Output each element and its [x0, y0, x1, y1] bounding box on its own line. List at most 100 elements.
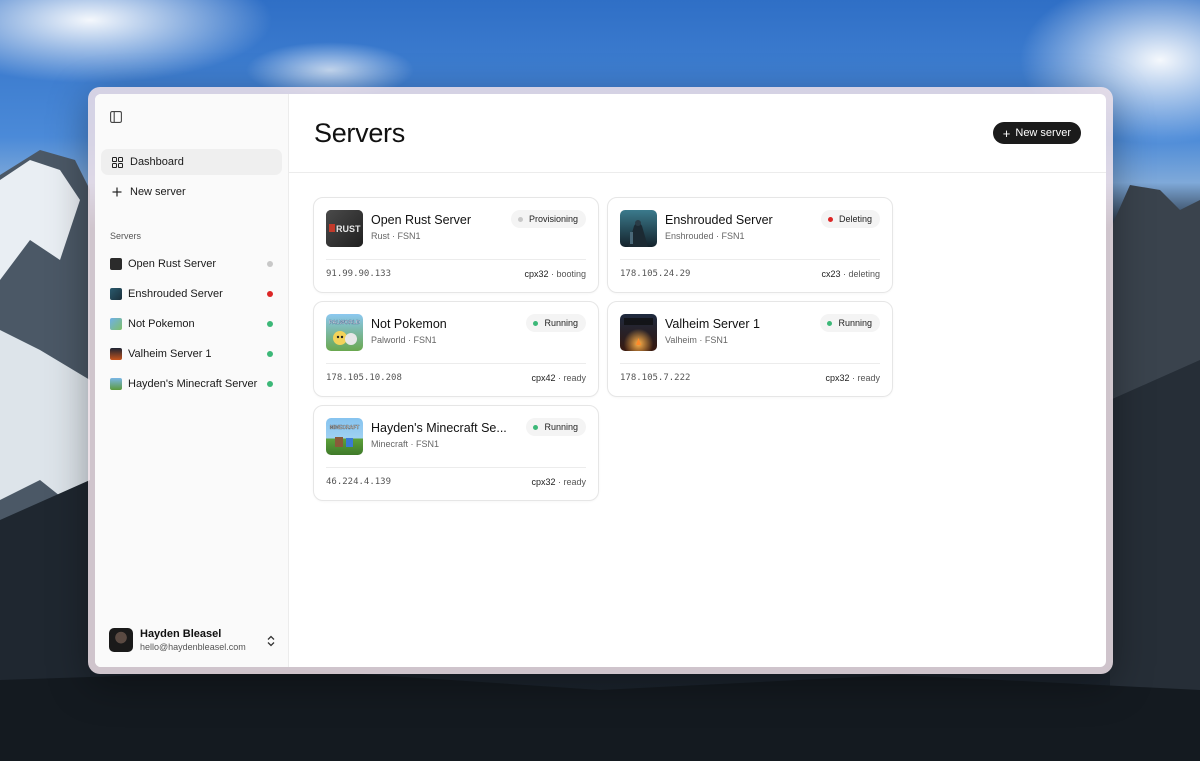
plus-icon: +	[1002, 125, 1011, 141]
app-shell: Dashboard New server Servers Open Rust S…	[95, 94, 1106, 667]
server-spec: cpx32 · ready	[825, 373, 880, 383]
server-title: Hayden's Minecraft Se...	[371, 421, 507, 435]
user-email: hello@haydenbleasel.com	[140, 642, 246, 652]
nav-item-dashboard[interactable]: Dashboard	[101, 149, 282, 175]
avatar	[109, 628, 133, 652]
server-subtitle: Enshrouded · FSN1	[665, 231, 745, 241]
user-name: Hayden Bleasel	[140, 628, 222, 640]
palworld-logo-text: PALWORLD	[329, 320, 360, 326]
main-content: Servers + New server RUST Open Rust Serv…	[289, 94, 1106, 667]
sidebar-nav: Dashboard New server	[101, 149, 282, 209]
server-ip: 178.105.10.208	[326, 373, 402, 383]
server-spec: cpx42 · ready	[531, 373, 586, 383]
server-state: · ready	[849, 373, 880, 383]
status-dot	[267, 291, 273, 297]
server-card[interactable]: MINECRAFT Hayden's Minecraft Se... Minec…	[313, 405, 599, 501]
server-title: Open Rust Server	[371, 213, 472, 227]
status-text: Deleting	[838, 214, 872, 224]
server-ip: 46.224.4.139	[326, 477, 392, 487]
enshrouded-thumbnail	[110, 288, 122, 300]
card-divider	[620, 363, 880, 364]
user-info: Hayden Bleasel hello@haydenbleasel.com	[140, 628, 266, 652]
sidebar-server-item[interactable]: Hayden's Minecraft Server	[101, 369, 282, 399]
nav-item-label: New server	[130, 186, 186, 198]
nav-item-new-server[interactable]: New server	[101, 179, 282, 205]
valheim-thumbnail	[110, 348, 122, 360]
server-ip: 178.105.24.29	[620, 269, 691, 279]
card-divider	[326, 363, 586, 364]
card-divider	[326, 259, 586, 260]
status-dot	[533, 320, 539, 326]
status-text: Running	[838, 318, 872, 328]
status-badge: Deleting	[820, 210, 880, 228]
server-name: Hayden's Minecraft Server	[128, 378, 258, 390]
status-dot	[827, 216, 833, 222]
server-state: · ready	[555, 477, 586, 487]
status-dot	[267, 381, 273, 387]
server-title: Not Pokemon	[371, 317, 447, 331]
status-badge: Running	[526, 418, 586, 436]
server-name: Not Pokemon	[128, 318, 195, 330]
valheim-artwork	[620, 314, 657, 351]
server-name: Enshrouded Server	[128, 288, 223, 300]
rust-logo-text: RUST	[336, 224, 361, 234]
status-badge: Provisioning	[510, 210, 586, 228]
servers-section-label: Servers	[110, 231, 142, 241]
status-badge: Running	[820, 314, 880, 332]
user-menu[interactable]: Hayden Bleasel hello@haydenbleasel.com	[109, 627, 276, 653]
server-state: · booting	[548, 269, 586, 279]
server-title: Enshrouded Server	[665, 213, 773, 227]
page-header: Servers + New server	[289, 94, 1106, 173]
server-subtitle: Minecraft · FSN1	[371, 439, 440, 449]
app-window: Dashboard New server Servers Open Rust S…	[88, 87, 1113, 674]
server-ip: 91.99.90.133	[326, 269, 392, 279]
palworld-artwork: PALWORLD	[326, 314, 363, 351]
sidebar-server-item[interactable]: Open Rust Server	[101, 249, 282, 279]
sidebar-server-item[interactable]: Enshrouded Server	[101, 279, 282, 309]
dashboard-icon	[111, 156, 123, 168]
server-name: Valheim Server 1	[128, 348, 212, 360]
status-dot	[267, 351, 273, 357]
sidebar-server-list: Open Rust Server Enshrouded Server Not P…	[101, 249, 282, 399]
server-type: cpx32	[825, 373, 850, 383]
plus-icon	[111, 186, 123, 198]
status-dot	[533, 424, 539, 430]
server-type: cpx32	[524, 269, 549, 279]
server-state: · deleting	[840, 269, 880, 279]
sidebar-server-item[interactable]: Not Pokemon	[101, 309, 282, 339]
minecraft-artwork: MINECRAFT	[326, 418, 363, 455]
server-type: cpx32	[531, 477, 556, 487]
sidebar-toggle-icon[interactable]	[110, 110, 122, 123]
status-text: Running	[544, 318, 578, 328]
server-card-grid: RUST Open Rust Server Rust · FSN1 Provis…	[313, 197, 893, 501]
status-dot	[827, 320, 833, 326]
server-type: cx23	[821, 269, 841, 279]
status-dot	[517, 216, 523, 222]
server-card[interactable]: PALWORLD Not Pokemon Palworld · FSN1 Run…	[313, 301, 599, 397]
enshrouded-artwork	[620, 210, 657, 247]
server-card[interactable]: RUST Open Rust Server Rust · FSN1 Provis…	[313, 197, 599, 293]
page-title: Servers	[314, 118, 405, 148]
status-text: Running	[544, 422, 578, 432]
server-name: Open Rust Server	[128, 258, 217, 270]
server-spec: cpx32 · ready	[531, 477, 586, 487]
server-spec: cx23 · deleting	[821, 269, 880, 279]
sidebar: Dashboard New server Servers Open Rust S…	[95, 94, 289, 667]
card-divider	[326, 467, 586, 468]
rust-artwork: RUST	[326, 210, 363, 247]
chevron-up-down-icon	[266, 634, 276, 647]
new-server-button[interactable]: + New server	[992, 122, 1081, 144]
server-card[interactable]: Enshrouded Server Enshrouded · FSN1 Dele…	[607, 197, 893, 293]
server-spec: cpx32 · booting	[524, 269, 586, 279]
server-ip: 178.105.7.222	[620, 373, 691, 383]
server-subtitle: Rust · FSN1	[371, 231, 421, 241]
sidebar-server-item[interactable]: Valheim Server 1	[101, 339, 282, 369]
palworld-thumbnail	[110, 318, 122, 330]
server-subtitle: Valheim · FSN1	[665, 335, 728, 345]
server-card[interactable]: Valheim Server 1 Valheim · FSN1 Running …	[607, 301, 893, 397]
status-badge: Running	[526, 314, 586, 332]
status-dot	[267, 321, 273, 327]
server-type: cpx42	[531, 373, 556, 383]
rust-thumbnail	[110, 258, 122, 270]
server-state: · ready	[555, 373, 586, 383]
